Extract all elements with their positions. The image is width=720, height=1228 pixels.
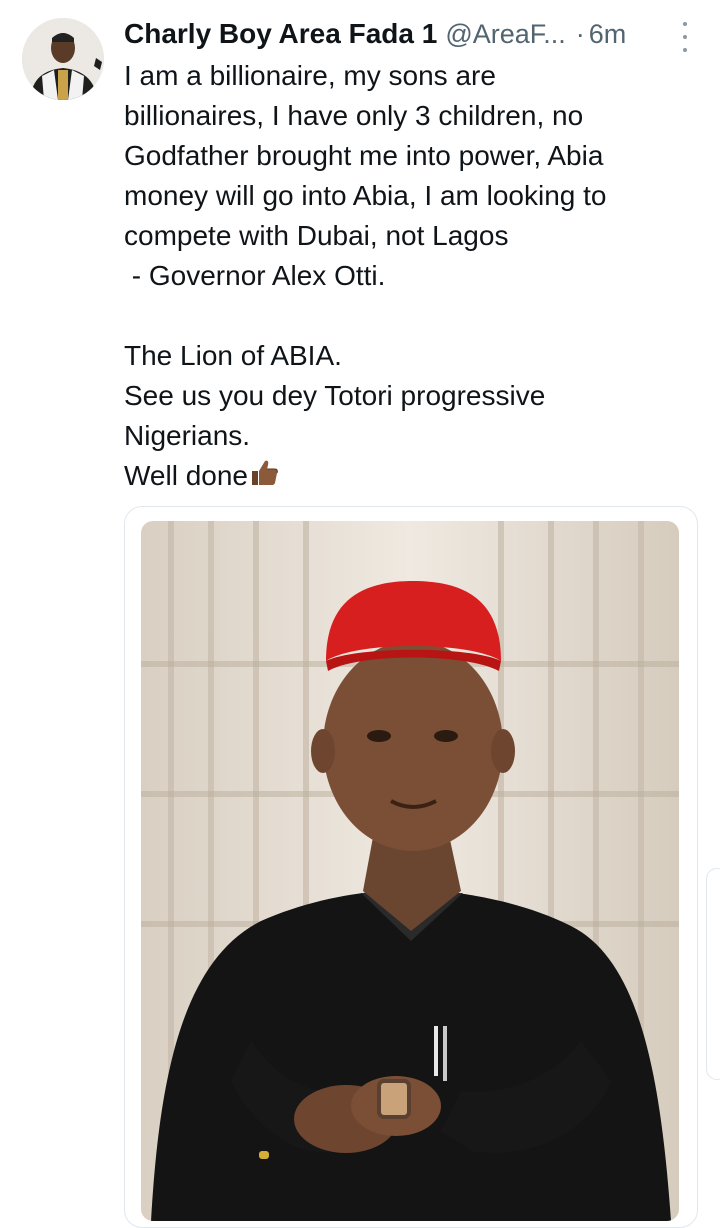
handle[interactable]: @AreaF... bbox=[445, 19, 565, 50]
thumbs-up-icon bbox=[248, 457, 280, 489]
tweet-photo[interactable] bbox=[141, 521, 679, 1221]
tweet-line: Well done bbox=[124, 460, 249, 491]
more-options-icon[interactable] bbox=[680, 22, 690, 52]
timestamp[interactable]: 6m bbox=[589, 19, 627, 50]
tweet-line: See us you dey Totori progressive bbox=[124, 380, 546, 411]
tweet-line: Godfather brought me into power, Abia bbox=[124, 140, 604, 171]
media-card[interactable] bbox=[124, 506, 698, 1228]
tweet-line: billionaires, I have only 3 children, no bbox=[124, 100, 584, 131]
tweet-header: Charly Boy Area Fada 1 @AreaF... · 6m bbox=[124, 14, 700, 54]
tweet[interactable]: Charly Boy Area Fada 1 @AreaF... · 6m I … bbox=[0, 0, 720, 1228]
separator-dot: · bbox=[575, 18, 585, 49]
tweet-line: The Lion of ABIA. bbox=[124, 340, 342, 371]
floating-panel-edge bbox=[706, 868, 720, 1080]
tweet-line: Nigerians. bbox=[124, 420, 251, 451]
tweet-line-last: Well done bbox=[124, 456, 704, 496]
tweet-line: - Governor Alex Otti. bbox=[124, 260, 386, 291]
tweet-text: I am a billionaire, my sons are billiona… bbox=[124, 56, 704, 496]
tweet-line: money will go into Abia, I am looking to bbox=[124, 180, 607, 211]
tweet-line: compete with Dubai, not Lagos bbox=[124, 220, 509, 251]
avatar[interactable] bbox=[22, 18, 104, 100]
display-name[interactable]: Charly Boy Area Fada 1 bbox=[124, 18, 437, 50]
tweet-line: I am a billionaire, my sons are bbox=[124, 60, 496, 91]
